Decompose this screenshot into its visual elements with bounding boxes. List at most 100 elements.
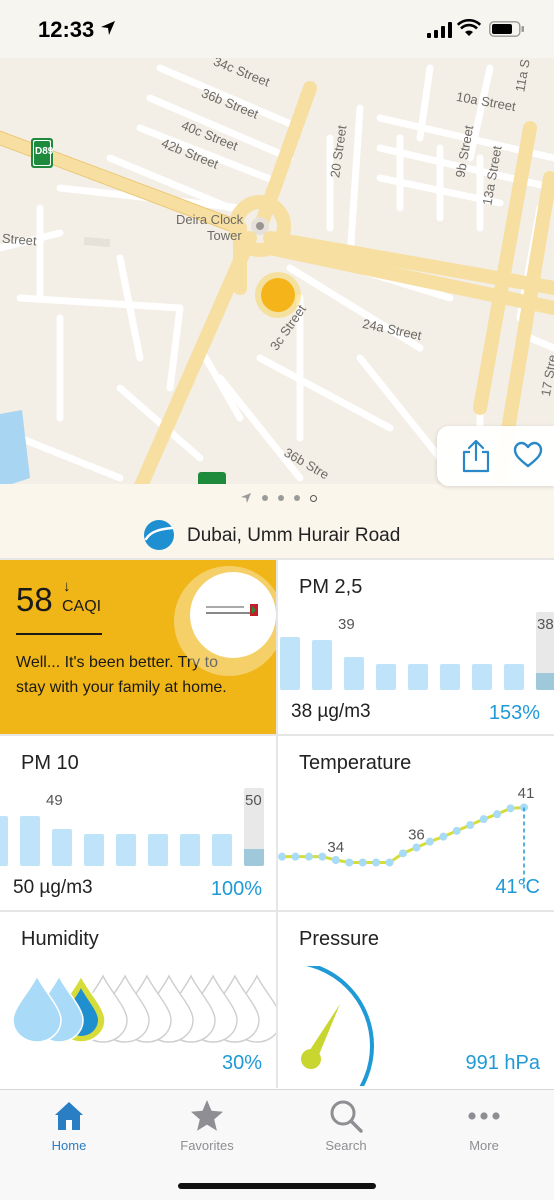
battery-icon	[489, 21, 524, 37]
aqi-unit: CAQI	[62, 598, 102, 615]
aqi-divider	[16, 633, 102, 635]
status-time: 12:33	[38, 17, 95, 42]
pm25-bar-chart: 39 38	[278, 612, 554, 690]
temperature-point	[399, 849, 407, 858]
location-header: Dubai, Umm Hurair Road	[0, 484, 554, 558]
history-bar	[52, 829, 72, 866]
grid-divider	[276, 558, 278, 1088]
current-bar-fill	[244, 849, 264, 866]
map-action-panel	[437, 426, 554, 486]
status-bar: 12:33	[0, 0, 554, 58]
history-bar	[148, 834, 168, 866]
pm10-tile[interactable]: PM 10 49 50 50 µg/m3 100%	[0, 736, 276, 910]
history-bar	[84, 834, 104, 866]
history-bar	[0, 816, 8, 866]
temperature-point	[466, 821, 475, 829]
temperature-point	[331, 856, 340, 864]
star-icon	[191, 1100, 223, 1131]
temperature-point-label: 36	[408, 827, 425, 844]
temperature-value: 41°C	[495, 876, 540, 898]
history-bar	[312, 640, 332, 690]
pm10-value: 50 µg/m3	[13, 877, 93, 898]
landmark-label: Deira Clock	[176, 212, 244, 227]
temperature-point	[439, 832, 448, 841]
humidity-value: 30%	[221, 1052, 262, 1074]
map-view[interactable]: D89 34c Street 36b Street 40c Street 42b…	[0, 58, 554, 488]
history-bar	[116, 834, 136, 866]
pm10-bar-chart: 49 50	[0, 788, 276, 866]
history-bar	[504, 664, 524, 690]
home-icon	[55, 1102, 83, 1130]
temperature-point	[425, 837, 434, 846]
tab-home[interactable]: Home	[0, 1090, 138, 1170]
pressure-value: 991 hPa	[465, 1052, 540, 1074]
temperature-point	[278, 852, 286, 861]
landmark-label: Tower	[207, 228, 242, 243]
more-icon	[468, 1112, 500, 1120]
temperature-point	[318, 852, 327, 861]
grid-divider	[0, 558, 554, 560]
tab-more[interactable]: More	[415, 1090, 553, 1170]
tab-label: Home	[51, 1138, 87, 1153]
temperature-line-chart: 34 36 41	[278, 785, 535, 890]
pm25-tile[interactable]: PM 2,5 39 38 38 µg/m3 153%	[278, 560, 554, 734]
temperature-point	[291, 852, 300, 861]
humidity-tile[interactable]: Humidity 30%	[0, 912, 276, 1086]
history-bar	[376, 664, 396, 690]
grid-divider	[0, 734, 554, 736]
grid-divider	[0, 910, 554, 912]
street-label: Street	[1, 230, 38, 249]
aqi-tile[interactable]: 58 ↓ CAQI Well... It's been better. Try …	[0, 560, 276, 734]
temperature-point	[345, 858, 354, 867]
temperature-point-label: 34	[327, 839, 344, 856]
tab-favorites[interactable]: Favorites	[138, 1090, 276, 1170]
pm25-value: 38 µg/m3	[291, 701, 371, 722]
temperature-point	[493, 810, 502, 819]
humidity-drop-gauge	[12, 974, 276, 1043]
location-name[interactable]: Dubai, Umm Hurair Road	[187, 525, 400, 547]
tab-search[interactable]: Search	[277, 1090, 415, 1170]
tab-label: More	[469, 1138, 499, 1153]
page-dot	[262, 495, 268, 501]
tab-label: Favorites	[180, 1138, 234, 1153]
temperature-point	[506, 804, 515, 813]
page-dot	[294, 495, 300, 501]
humidity-title: Humidity	[21, 928, 99, 950]
page-indicator[interactable]	[240, 492, 317, 504]
current-bar-fill	[536, 673, 554, 690]
pressure-gauge	[301, 966, 374, 1086]
tab-label: Search	[325, 1138, 367, 1153]
history-bar	[344, 657, 364, 690]
pm10-percent: 100%	[210, 878, 262, 900]
pm10-title: PM 10	[21, 752, 79, 774]
current-value-label: 38	[537, 616, 554, 633]
provider-logo-mark	[206, 604, 258, 616]
pressure-title: Pressure	[299, 928, 380, 950]
pm25-percent: 153%	[488, 702, 540, 724]
home-indicator	[178, 1183, 376, 1189]
max-value-label: 49	[46, 792, 63, 809]
max-value-label: 39	[338, 616, 355, 633]
pm25-title: PM 2,5	[299, 576, 363, 598]
temperature-point	[452, 826, 461, 835]
search-icon	[330, 1100, 363, 1133]
wifi-icon	[457, 19, 481, 36]
temperature-tile[interactable]: Temperature 34 36 41 41°C	[278, 736, 554, 910]
aqi-value: 58	[16, 581, 53, 618]
temperature-title: Temperature	[299, 752, 412, 774]
favorite-heart-icon[interactable]	[513, 440, 543, 470]
history-bar	[472, 664, 492, 690]
tab-bar: Home Favorites Search More	[0, 1089, 554, 1200]
trend-down-icon: ↓	[63, 578, 71, 595]
pressure-tile[interactable]: Pressure 991 hPa	[278, 912, 554, 1086]
map-roads	[0, 64, 554, 488]
temperature-point-label: 41	[518, 785, 535, 802]
history-bar	[408, 664, 428, 690]
share-icon[interactable]	[459, 438, 493, 474]
current-value-label: 50	[245, 792, 262, 809]
history-bar	[180, 834, 200, 866]
temperature-point	[372, 858, 381, 867]
page-dot-current	[310, 494, 317, 502]
page-dot	[278, 495, 284, 501]
road-badge: D89	[35, 146, 54, 157]
